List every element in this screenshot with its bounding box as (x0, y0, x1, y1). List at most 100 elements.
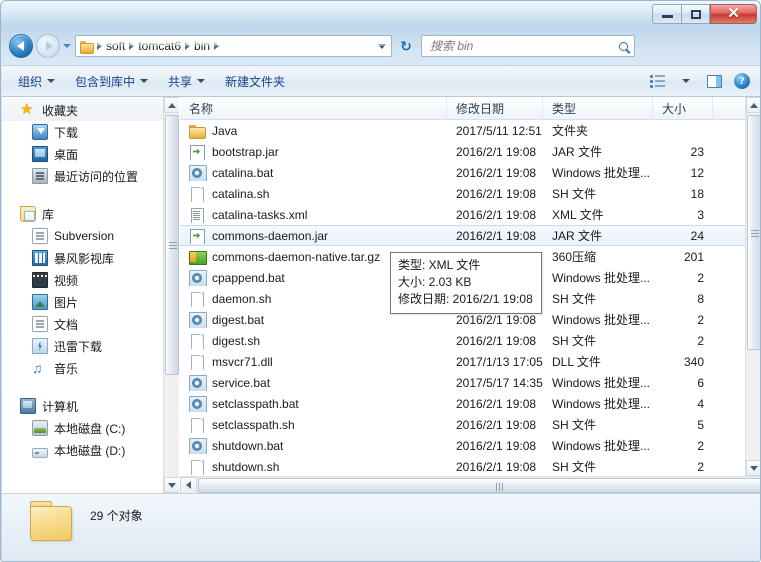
help-button[interactable]: ? (729, 69, 755, 93)
navigation-pane-scrollbar[interactable] (163, 97, 179, 493)
file-icon (189, 417, 205, 433)
scroll-down-button[interactable] (164, 477, 179, 493)
minimize-button[interactable] (652, 4, 681, 24)
scroll-up-button[interactable] (746, 97, 760, 113)
sidebar-item-libraries[interactable]: 库 (2, 203, 179, 225)
organize-button[interactable]: 组织 (8, 69, 65, 93)
recent-pages-dropdown[interactable] (60, 36, 73, 56)
archive-icon (189, 249, 207, 265)
scrollbar-thumb[interactable] (747, 115, 760, 350)
sidebar-item-drive-c[interactable]: 本地磁盘 (C:) (2, 417, 179, 439)
sidebar-item-downloads[interactable]: 下载 (2, 121, 179, 143)
file-icon (189, 459, 205, 475)
table-row[interactable]: msvcr71.dll 2017/1/13 17:05 DLL 文件 340 (180, 351, 745, 372)
forward-button[interactable] (36, 34, 60, 58)
sidebar-item-computer[interactable]: 计算机 (2, 395, 179, 417)
file-name-cell: Java (180, 123, 447, 139)
scroll-left-button[interactable] (180, 476, 197, 493)
new-folder-button[interactable]: 新建文件夹 (215, 69, 295, 93)
breadcrumb-separator-icon[interactable] (97, 42, 102, 50)
sidebar-label: 收藏夹 (42, 103, 79, 118)
table-row[interactable]: commons-daemon.jar 2016/2/1 19:08 JAR 文件 24 (180, 225, 745, 246)
file-name-label: service.bat (212, 375, 271, 390)
library-icon (20, 206, 36, 222)
breadcrumb-separator-icon[interactable] (129, 42, 135, 50)
table-row[interactable]: catalina.sh 2016/2/1 19:08 SH 文件 18 (180, 183, 745, 204)
breadcrumb-separator-icon[interactable] (185, 42, 191, 50)
breadcrumb-item-tomcat6[interactable]: tomcat6 (135, 38, 184, 54)
refresh-button[interactable]: ↻ (394, 35, 418, 57)
sidebar-item-subversion[interactable]: Subversion (2, 225, 179, 247)
file-name-cell: setclasspath.bat (180, 395, 447, 412)
nav-group-libraries: 库 Subversion 暴风影视库 视频 图片 文档 迅雷下载 ♫ 音乐 (2, 203, 179, 379)
scroll-down-button[interactable] (746, 460, 760, 476)
chevron-up-icon (168, 102, 176, 108)
picture-icon (32, 294, 48, 310)
table-row[interactable]: setclasspath.sh 2016/2/1 19:08 SH 文件 5 (180, 414, 745, 435)
search-input[interactable] (430, 39, 619, 53)
column-label: 大小 (662, 101, 687, 116)
table-row[interactable]: catalina.bat 2016/2/1 19:08 Windows 批处理...… (180, 162, 745, 183)
column-header-name[interactable]: 名称 (180, 97, 447, 120)
change-view-dropdown[interactable] (673, 69, 699, 93)
address-dropdown-icon[interactable] (378, 43, 386, 49)
include-in-library-button[interactable]: 包含到库中 (65, 69, 158, 93)
file-name-label: catalina.bat (212, 165, 274, 180)
sidebar-item-recent-places[interactable]: 最近访问的位置 (2, 165, 179, 187)
scrollbar-thumb[interactable] (198, 477, 760, 493)
file-type-cell: JAR 文件 (552, 229, 603, 243)
sidebar-item-baofeng-video[interactable]: 暴风影视库 (2, 247, 179, 269)
table-row[interactable]: Java 2017/5/11 12:51 文件夹 (180, 120, 745, 141)
tooltip-size: 大小: 2.03 KB (398, 275, 472, 289)
sidebar-item-pictures[interactable]: 图片 (2, 291, 179, 313)
sidebar-item-documents[interactable]: 文档 (2, 313, 179, 335)
bat-icon (189, 311, 207, 328)
file-list-horizontal-scrollbar[interactable] (180, 476, 760, 493)
scrollbar-thumb[interactable] (165, 115, 179, 375)
file-type-cell: XML 文件 (552, 208, 604, 222)
file-size-cell: 2 (697, 459, 704, 474)
table-row[interactable]: setclasspath.bat 2016/2/1 19:08 Windows 批处… (180, 393, 745, 414)
maximize-button[interactable] (681, 4, 710, 24)
table-row[interactable]: bootstrap.jar 2016/2/1 19:08 JAR 文件 23 (180, 141, 745, 162)
table-row[interactable]: catalina-tasks.xml 2016/2/1 19:08 XML 文件 3 (180, 204, 745, 225)
table-row[interactable]: service.bat 2017/5/17 14:35 Windows 批处理...… (180, 372, 745, 393)
address-bar[interactable]: soft tomcat6 bin (75, 35, 392, 57)
file-size-cell: 18 (690, 186, 704, 201)
column-header-modified[interactable]: 修改日期 (447, 97, 543, 120)
share-button[interactable]: 共享 (158, 69, 215, 93)
search-box[interactable] (421, 35, 635, 57)
breadcrumb-separator-icon[interactable] (214, 42, 220, 50)
table-row[interactable]: digest.sh 2016/2/1 19:08 SH 文件 2 (180, 330, 745, 351)
column-header-size[interactable]: 大小 (653, 97, 713, 120)
breadcrumb-item-soft[interactable]: soft (103, 38, 128, 54)
sidebar-label: 本地磁盘 (D:) (54, 443, 126, 458)
scroll-up-button[interactable] (164, 97, 179, 113)
sidebar-label: 文档 (54, 317, 79, 332)
sidebar-item-music[interactable]: ♫ 音乐 (2, 357, 179, 379)
forward-arrow-icon (45, 41, 53, 51)
back-arrow-icon (16, 41, 24, 51)
sidebar-item-drive-d[interactable]: 本地磁盘 (D:) (2, 439, 179, 461)
sidebar-label: 库 (42, 207, 55, 222)
jar-icon (189, 228, 205, 244)
file-modified-cell: 2017/5/11 12:51 (456, 123, 542, 138)
sidebar-item-videos[interactable]: 视频 (2, 269, 179, 291)
change-view-button[interactable] (645, 69, 671, 93)
sidebar-item-desktop[interactable]: 桌面 (2, 143, 179, 165)
sidebar-item-favorites[interactable]: ★ 收藏夹 (2, 99, 179, 121)
column-header-type[interactable]: 类型 (543, 97, 653, 120)
close-button[interactable]: ✕ (710, 4, 757, 24)
table-row[interactable]: shutdown.bat 2016/2/1 19:08 Windows 批处理...… (180, 435, 745, 456)
table-row[interactable]: shutdown.sh 2016/2/1 19:08 SH 文件 2 (180, 456, 745, 476)
file-list-vertical-scrollbar[interactable] (745, 97, 760, 476)
search-icon[interactable] (619, 41, 628, 51)
preview-pane-button[interactable] (701, 69, 727, 93)
sidebar-label: 桌面 (54, 147, 79, 162)
sidebar-item-thunder-download[interactable]: 迅雷下载 (2, 335, 179, 357)
file-size-cell: 2 (697, 270, 704, 285)
item-count-label: 29 个对象 (90, 509, 143, 523)
breadcrumb-item-bin[interactable]: bin (191, 38, 213, 54)
minimize-icon (661, 15, 673, 18)
back-button[interactable] (9, 34, 33, 58)
